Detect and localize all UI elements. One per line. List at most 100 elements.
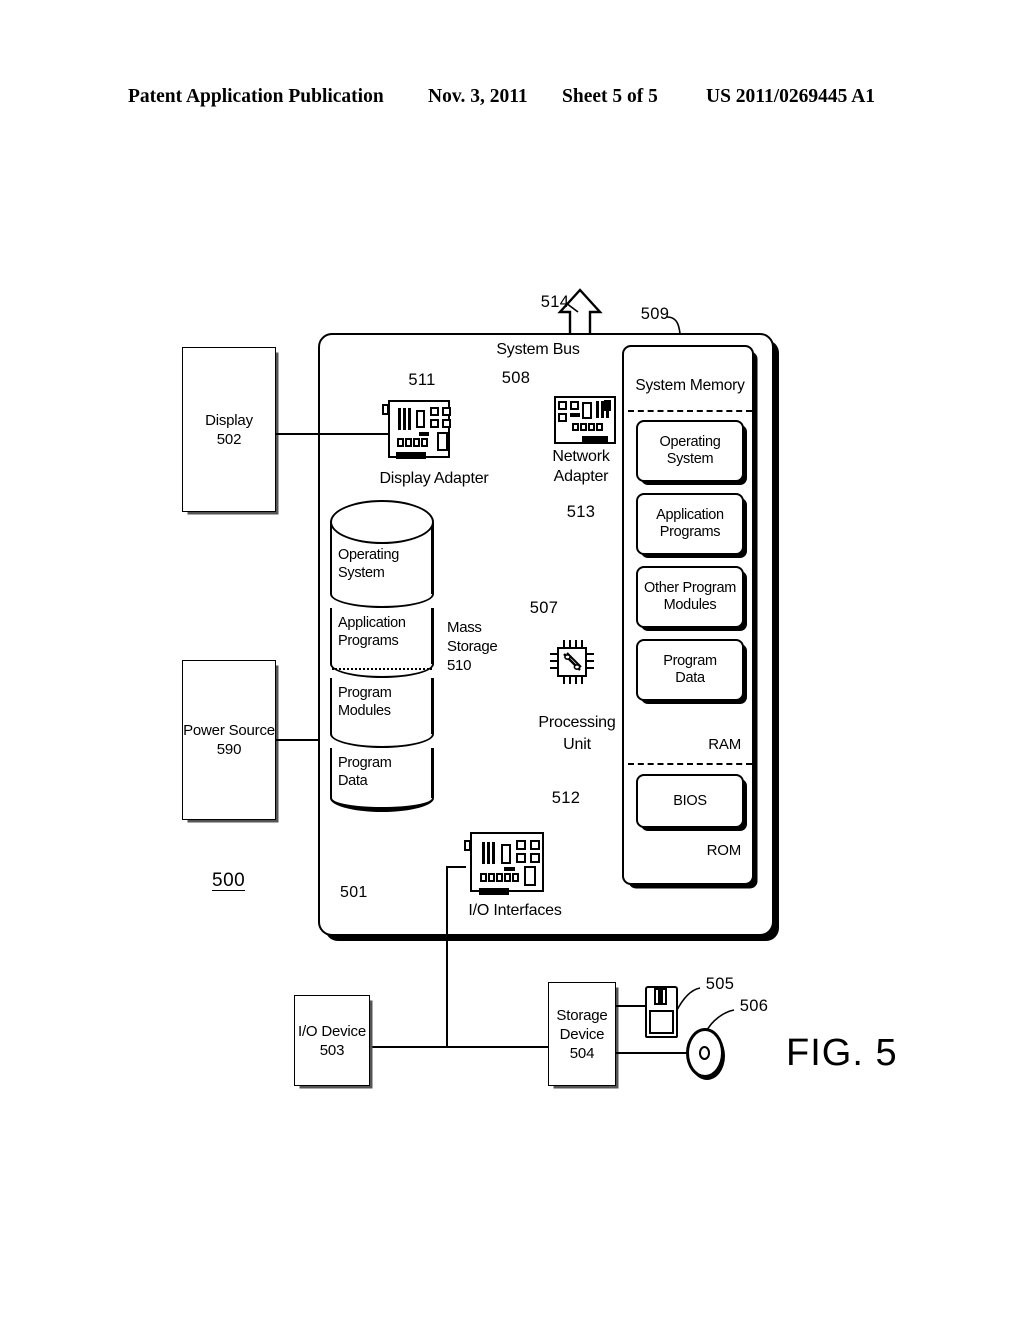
mass-storage-dotted-divider bbox=[332, 668, 432, 670]
network-adapter-chip-6 bbox=[572, 423, 579, 431]
io-interfaces-ref: 512 bbox=[551, 789, 581, 807]
ms-seg2-line2: Programs bbox=[338, 633, 399, 649]
processing-unit-label-line1: Processing bbox=[538, 714, 616, 731]
leader-505 bbox=[675, 987, 701, 1013]
mass-storage-top-ellipse bbox=[330, 500, 434, 544]
io-device-label: I/O Device bbox=[297, 1022, 367, 1040]
display-adapter-chip-10 bbox=[413, 438, 420, 447]
mass-storage-label-line1: Mass bbox=[447, 619, 482, 636]
ms-seg3-line2: Modules bbox=[338, 703, 391, 719]
display-adapter-chip-2 bbox=[430, 407, 439, 416]
floppy-disk-icon-505[interactable] bbox=[645, 986, 678, 1038]
io-interfaces-chip-11 bbox=[504, 873, 511, 882]
header-date-text: Nov. 3, 2011 bbox=[428, 86, 528, 107]
io-interfaces-chip-2 bbox=[516, 840, 526, 850]
ms-seg4-line2: Data bbox=[338, 773, 368, 789]
ms-seg3-line1: Program bbox=[338, 685, 392, 701]
header-sheet-text: Sheet 5 of 5 bbox=[562, 86, 658, 107]
network-adapter-chip-3 bbox=[558, 413, 567, 422]
ms-seg1-line1: Operating bbox=[338, 547, 399, 563]
mem-pdata-line2: Data bbox=[675, 670, 705, 686]
display-ref: 502 bbox=[216, 430, 242, 448]
header-publication-text: Patent Application Publication bbox=[128, 86, 384, 107]
network-adapter-chip-5 bbox=[582, 402, 592, 419]
display-adapter-chip-7 bbox=[437, 432, 448, 451]
system-bus-label: System Bus bbox=[496, 341, 580, 358]
display-adapter-bracket bbox=[382, 404, 389, 415]
ms-seg1-line2: System bbox=[338, 565, 385, 581]
network-adapter-slot-3 bbox=[606, 401, 609, 418]
memory-cell-operating-system[interactable]: Operating System bbox=[636, 420, 744, 482]
network-out-ref-514: 514 bbox=[540, 293, 570, 311]
io-interfaces-chip-9 bbox=[488, 873, 495, 882]
power-source-ref: 590 bbox=[216, 741, 242, 758]
mem-bios-label: BIOS bbox=[673, 792, 707, 809]
display-adapter-slot-2 bbox=[403, 408, 406, 430]
power-source-box-590[interactable]: Power Source 590 bbox=[182, 660, 276, 820]
mem-other-line2: Modules bbox=[663, 597, 717, 613]
mem-other-line1: Other Program bbox=[644, 580, 736, 596]
io-external-wire-vertical bbox=[446, 866, 448, 1048]
disc-ref-506: 506 bbox=[739, 997, 769, 1015]
io-interfaces-label: I/O Interfaces bbox=[468, 902, 562, 919]
memory-cell-program-data[interactable]: Program Data bbox=[636, 639, 744, 701]
mass-storage-ref: 510 bbox=[447, 657, 472, 674]
patent-header: Patent Application Publication Nov. 3, 2… bbox=[0, 86, 1024, 112]
mass-storage-cylinder-510[interactable]: Program Data Program Modules Application… bbox=[330, 500, 434, 812]
display-adapter-card-511[interactable] bbox=[382, 396, 451, 459]
io-interfaces-chip-1 bbox=[501, 844, 511, 864]
network-adapter-label-line1: Network bbox=[552, 448, 610, 465]
io-interfaces-slot-1 bbox=[482, 842, 485, 864]
storage-to-floppy-wire bbox=[616, 1005, 648, 1007]
io-external-wire-horizontal bbox=[370, 1046, 550, 1048]
memory-rom-tag: ROM bbox=[706, 842, 742, 859]
header-publication-number: US 2011/0269445 A1 bbox=[706, 86, 876, 107]
figure-label: FIG. 5 bbox=[786, 1032, 898, 1074]
io-device-ref: 503 bbox=[319, 1041, 345, 1059]
system-memory-divider-top bbox=[628, 410, 752, 412]
processing-unit-die-mark bbox=[563, 652, 582, 671]
io-interfaces-chip-10 bbox=[496, 873, 503, 882]
network-adapter-slot-1 bbox=[596, 401, 599, 418]
display-adapter-slot-3 bbox=[408, 408, 411, 430]
display-adapter-chip-3 bbox=[442, 407, 451, 416]
display-adapter-chip-8 bbox=[397, 438, 404, 447]
display-adapter-chip-11 bbox=[421, 438, 428, 447]
io-interfaces-slot-3 bbox=[492, 842, 495, 864]
ms-seg2-line1: Application bbox=[338, 615, 406, 631]
io-device-box-503[interactable]: I/O Device 503 bbox=[294, 995, 370, 1086]
io-interfaces-chip-4 bbox=[516, 853, 526, 863]
display-adapter-edge-connector bbox=[396, 452, 426, 459]
mass-storage-segment-4: Program Data bbox=[330, 748, 434, 812]
system-memory-title: System Memory bbox=[635, 377, 745, 394]
mem-os-line2: System bbox=[666, 451, 714, 467]
ms-seg4-line1: Program bbox=[338, 755, 392, 771]
floppy-ref-505: 505 bbox=[705, 975, 735, 993]
system-ref-500: 500 bbox=[212, 870, 246, 891]
storage-to-disc-wire bbox=[616, 1052, 688, 1054]
bus-ref-508: 508 bbox=[501, 369, 531, 387]
io-interfaces-chip-8 bbox=[480, 873, 487, 882]
memory-cell-other-program-modules[interactable]: Other Program Modules bbox=[636, 566, 744, 628]
display-box-502[interactable]: Display 502 bbox=[182, 347, 276, 512]
io-interfaces-chip-3 bbox=[530, 840, 540, 850]
mem-app-line1: Application bbox=[656, 507, 724, 523]
network-adapter-chip-7 bbox=[580, 423, 587, 431]
memory-cell-bios[interactable]: BIOS bbox=[636, 774, 744, 828]
io-interfaces-card-512[interactable] bbox=[464, 828, 544, 895]
network-adapter-chip-1 bbox=[558, 401, 567, 410]
display-adapter-chip-9 bbox=[405, 438, 412, 447]
mass-storage-segment-3: Program Modules bbox=[330, 678, 434, 748]
optical-disc-icon-506[interactable] bbox=[686, 1028, 724, 1078]
display-adapter-chip-5 bbox=[442, 419, 451, 428]
storage-device-box-504[interactable]: Storage Device 504 bbox=[548, 982, 616, 1086]
network-adapter-label-line2: Adapter bbox=[553, 468, 609, 485]
network-adapter-chip-9 bbox=[596, 423, 603, 431]
processing-unit-chip-507[interactable] bbox=[550, 640, 594, 684]
network-adapter-card-513[interactable] bbox=[548, 392, 616, 444]
display-adapter-chip-4 bbox=[430, 419, 439, 428]
network-adapter-chip-8 bbox=[588, 423, 595, 431]
system-memory-box-509[interactable]: System Memory Operating System Applicati… bbox=[622, 345, 754, 885]
io-interfaces-edge-connector bbox=[479, 888, 509, 895]
memory-cell-application-programs[interactable]: Application Programs bbox=[636, 493, 744, 555]
